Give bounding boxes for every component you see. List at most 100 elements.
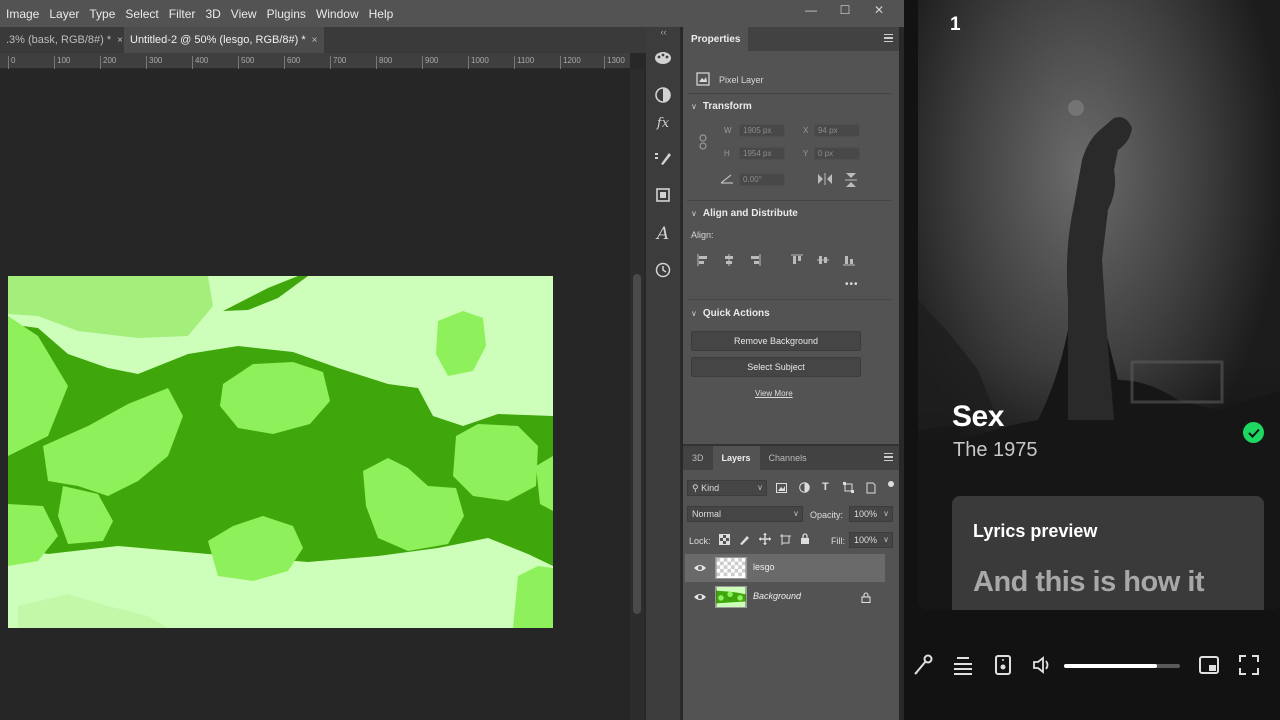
align-top-edges-icon[interactable] bbox=[791, 254, 803, 266]
song-title[interactable]: Sex bbox=[952, 400, 1004, 434]
align-bottom-edges-icon[interactable] bbox=[843, 254, 855, 266]
menu-bar: Image Layer Type Select Filter 3D View P… bbox=[0, 0, 904, 27]
x-position-field[interactable]: 94 px bbox=[814, 124, 860, 137]
opacity-field[interactable]: 100% ∨ bbox=[849, 506, 893, 522]
fill-field[interactable]: 100% ∨ bbox=[849, 532, 893, 548]
collapse-panels-icon[interactable]: ‹‹ bbox=[646, 27, 681, 39]
menu-help[interactable]: Help bbox=[369, 7, 394, 21]
panel-menu-icon[interactable] bbox=[884, 34, 893, 42]
visibility-eye-icon[interactable] bbox=[694, 563, 706, 573]
lock-image-pixels-icon[interactable] bbox=[739, 534, 750, 545]
y-position-field[interactable]: 0 px bbox=[814, 147, 860, 160]
menu-view[interactable]: View bbox=[231, 7, 257, 21]
align-vertical-centers-icon[interactable] bbox=[817, 254, 829, 266]
panel-menu-icon[interactable] bbox=[884, 453, 893, 461]
y-label: Y bbox=[803, 149, 809, 158]
adjustments-icon[interactable] bbox=[652, 84, 674, 106]
link-dimensions-icon[interactable] bbox=[698, 134, 708, 150]
minimize-button[interactable]: — bbox=[794, 0, 828, 20]
tab-close-icon[interactable]: × bbox=[117, 35, 122, 46]
history-icon[interactable] bbox=[652, 259, 674, 281]
volume-slider[interactable] bbox=[1064, 664, 1180, 668]
filter-type-icon[interactable]: T bbox=[822, 481, 829, 493]
remove-background-button[interactable]: Remove Background bbox=[691, 331, 861, 351]
tab-3d[interactable]: 3D bbox=[683, 446, 713, 470]
menu-layer[interactable]: Layer bbox=[49, 7, 79, 21]
vertical-scrollbar[interactable] bbox=[630, 69, 644, 720]
menu-3d[interactable]: 3D bbox=[205, 7, 220, 21]
microphone-lyrics-icon[interactable] bbox=[912, 654, 934, 676]
align-horizontal-centers-icon[interactable] bbox=[723, 254, 735, 266]
menu-window[interactable]: Window bbox=[316, 7, 359, 21]
flip-vertical-icon[interactable] bbox=[845, 172, 857, 188]
layer-row-background[interactable]: Background bbox=[685, 583, 885, 611]
clone-source-icon[interactable] bbox=[652, 184, 674, 206]
ruler-tick: 600 bbox=[284, 56, 300, 69]
tab-close-icon[interactable]: × bbox=[312, 35, 318, 46]
visibility-eye-icon[interactable] bbox=[694, 592, 706, 602]
quick-actions-section-header[interactable]: ∨ Quick Actions bbox=[683, 308, 899, 319]
width-field[interactable]: 1905 px bbox=[739, 124, 785, 137]
width-label: W bbox=[724, 126, 732, 135]
more-options-icon[interactable]: ••• bbox=[845, 279, 859, 290]
canvas-artwork[interactable] bbox=[8, 276, 553, 628]
panel-icon-strip: ‹‹ fx A bbox=[646, 27, 681, 720]
filter-smart-object-icon[interactable] bbox=[866, 482, 876, 494]
fullscreen-icon[interactable] bbox=[1238, 654, 1260, 676]
layer-filter-kind-dropdown[interactable]: ⚲ Kind ∨ bbox=[687, 480, 767, 496]
volume-icon[interactable] bbox=[1032, 654, 1054, 676]
menu-select[interactable]: Select bbox=[125, 7, 158, 21]
lock-artboard-icon[interactable] bbox=[780, 534, 791, 545]
menu-type[interactable]: Type bbox=[89, 7, 115, 21]
maximize-button[interactable]: ☐ bbox=[828, 0, 862, 20]
lyrics-preview-card[interactable]: Lyrics preview And this is how it bbox=[952, 496, 1264, 610]
fill-value: 100% bbox=[854, 535, 878, 545]
filter-toggle-icon[interactable] bbox=[888, 481, 894, 487]
tab-channels[interactable]: Channels bbox=[760, 446, 816, 470]
lock-position-icon[interactable] bbox=[759, 533, 771, 545]
align-right-edges-icon[interactable] bbox=[749, 254, 761, 266]
pixel-layer-row: Pixel Layer bbox=[683, 71, 899, 91]
angle-field[interactable]: 0.00° bbox=[739, 173, 785, 186]
filter-shape-icon[interactable] bbox=[843, 482, 854, 493]
queue-icon[interactable] bbox=[952, 654, 974, 676]
miniplayer-icon[interactable] bbox=[1198, 654, 1220, 676]
character-type-icon[interactable]: A bbox=[652, 223, 674, 245]
swatches-palette-icon[interactable] bbox=[652, 47, 674, 69]
lock-all-icon[interactable] bbox=[800, 533, 810, 545]
fx-styles-icon[interactable]: fx bbox=[652, 112, 674, 134]
layer-name: Background bbox=[753, 591, 802, 601]
volume-level-fill bbox=[1064, 664, 1157, 668]
flip-horizontal-icon[interactable] bbox=[817, 173, 833, 185]
blend-mode-dropdown[interactable]: Normal ∨ bbox=[687, 506, 803, 522]
chevron-down-icon: ∨ bbox=[793, 509, 799, 518]
scrollbar-thumb[interactable] bbox=[633, 274, 641, 614]
ruler-tick: 1200 bbox=[560, 56, 581, 69]
ruler-tick: 1100 bbox=[514, 56, 534, 69]
menu-image[interactable]: Image bbox=[6, 7, 39, 21]
tab-layers[interactable]: Layers bbox=[712, 446, 760, 470]
layer-row-lesgo[interactable]: lesgo bbox=[685, 554, 885, 582]
filter-pixel-icon[interactable] bbox=[776, 483, 787, 493]
filter-adjustment-icon[interactable] bbox=[799, 482, 810, 493]
close-window-button[interactable]: ✕ bbox=[862, 0, 896, 20]
transform-section-header[interactable]: ∨ Transform bbox=[683, 101, 899, 112]
view-more-link[interactable]: View More bbox=[755, 389, 793, 398]
menu-plugins[interactable]: Plugins bbox=[267, 7, 306, 21]
select-subject-button[interactable]: Select Subject bbox=[691, 357, 861, 377]
document-tab-untitled-2[interactable]: Untitled-2 @ 50% (lesgo, RGB/8#) * × bbox=[124, 27, 324, 53]
spotify-now-playing-panel: 1 Sex The 1975 Lyrics preview And this i… bbox=[904, 0, 1280, 720]
tab-label: .3% (bask, RGB/8#) * bbox=[6, 34, 112, 46]
document-tab-bask[interactable]: .3% (bask, RGB/8#) * × bbox=[0, 27, 122, 53]
align-section-header[interactable]: ∨ Align and Distribute bbox=[683, 208, 899, 219]
horizontal-ruler: 0 100 200 300 400 500 600 700 800 900 10… bbox=[0, 53, 630, 69]
align-left-edges-icon[interactable] bbox=[697, 254, 709, 266]
tab-properties[interactable]: Properties bbox=[683, 27, 749, 51]
height-field[interactable]: 1954 px bbox=[739, 147, 785, 160]
connect-device-icon[interactable] bbox=[992, 654, 1014, 676]
brush-settings-icon[interactable] bbox=[652, 147, 674, 169]
lock-transparent-pixels-icon[interactable] bbox=[719, 534, 730, 545]
artist-name[interactable]: The 1975 bbox=[953, 439, 1038, 462]
menu-filter[interactable]: Filter bbox=[169, 7, 196, 21]
saved-to-library-icon[interactable] bbox=[1243, 422, 1264, 443]
